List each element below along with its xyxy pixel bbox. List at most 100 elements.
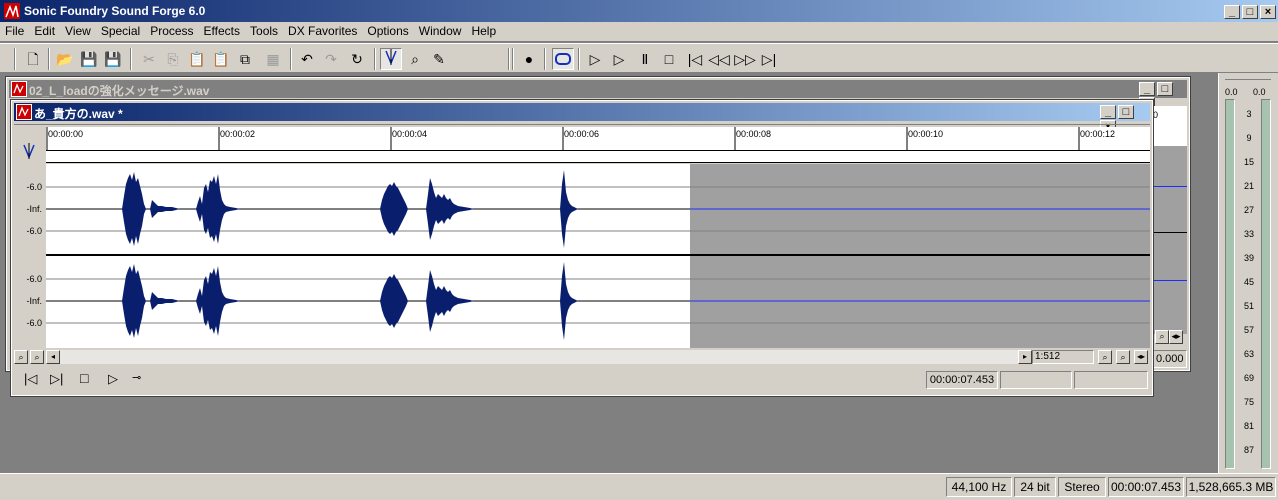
maximize-button[interactable]: □	[1118, 105, 1134, 119]
save-all-icon[interactable]: 💾	[102, 48, 124, 70]
magnify-tool-icon[interactable]: ⌕	[404, 48, 426, 70]
marker-bar[interactable]	[46, 151, 1150, 163]
meter-tick: 81	[1243, 421, 1254, 431]
peak-right: 0.0	[1253, 87, 1266, 97]
channel-1-waveform[interactable]	[46, 164, 1150, 256]
stop-icon[interactable]: □	[658, 48, 680, 70]
status-length: 00:00:07.453	[1108, 477, 1184, 497]
go-to-end-icon[interactable]: ▷|	[50, 371, 63, 387]
menu-file[interactable]: File	[0, 22, 29, 38]
minimize-button[interactable]: _	[1224, 5, 1240, 19]
zoom-in-icon[interactable]: ⌕	[1155, 330, 1169, 344]
maximize-button[interactable]: □	[1242, 5, 1258, 19]
trim-icon[interactable]: ▦	[262, 48, 284, 70]
zoom-in-icon[interactable]: ⌕	[1098, 350, 1112, 364]
position-field: 00:00:07.453	[926, 371, 998, 389]
wave-file-icon	[11, 81, 27, 97]
overview-bar[interactable]	[14, 121, 1150, 125]
channel-2-waveform[interactable]	[46, 256, 1150, 348]
status-sample-rate: 44,100 Hz	[946, 477, 1012, 497]
play-plug-icon[interactable]: ⊸	[132, 371, 141, 384]
mix-icon[interactable]: ⧉	[234, 48, 256, 70]
back-window-titlebar[interactable]: 02_L_loadの強化メッセージ.wav _□×	[9, 80, 1187, 111]
save-icon[interactable]: 💾	[78, 48, 100, 70]
meter-tick: 21	[1243, 181, 1254, 191]
meter-tick: 3	[1246, 109, 1252, 119]
scale-label: -6.0	[26, 274, 42, 284]
meter-tick: 33	[1243, 229, 1254, 239]
menu-view[interactable]: View	[60, 22, 96, 38]
menu-edit[interactable]: Edit	[29, 22, 60, 38]
menu-help[interactable]: Help	[466, 22, 501, 38]
open-icon[interactable]: 📂	[54, 48, 76, 70]
menu-tools[interactable]: Tools	[245, 22, 283, 38]
back-zoom-buttons: ⌕ ◂▸	[1155, 328, 1187, 344]
scroll-left-icon[interactable]: ◂	[46, 350, 60, 364]
minimize-button[interactable]: _	[1139, 82, 1155, 96]
zoom-arrows-icon[interactable]: ◂▸	[1169, 330, 1183, 344]
front-window-titlebar[interactable]: あ_貴方の.wav * _□×	[14, 103, 1150, 134]
scale-label: -6.0	[26, 182, 42, 192]
minimize-button[interactable]: _	[1100, 105, 1116, 119]
zoom-arrows-icon[interactable]: ◂▸	[1134, 350, 1148, 364]
play-icon[interactable]: ▷	[108, 371, 118, 387]
status-bar: 44,100 Hz 24 bit Stereo 00:00:07.453 1,5…	[0, 473, 1278, 500]
ruler-ticks	[46, 127, 1080, 151]
zoom-ratio: 1:512	[1032, 350, 1094, 364]
repeat-icon[interactable]: ↻	[346, 48, 368, 70]
meter-tick: 45	[1243, 277, 1254, 287]
waveform-right	[46, 256, 1150, 348]
go-to-start-icon[interactable]: |◁	[24, 371, 37, 387]
meter-tick: 51	[1243, 301, 1254, 311]
play-icon[interactable]: ▷	[608, 48, 630, 70]
loop-playback-icon[interactable]	[552, 48, 574, 70]
redo-icon[interactable]: ↷	[320, 48, 342, 70]
maximize-button[interactable]: □	[1157, 82, 1173, 96]
menu-process[interactable]: Process	[145, 22, 198, 38]
new-icon[interactable]: 🗋	[22, 48, 44, 70]
zoom-out-icon[interactable]: ⌕	[14, 350, 28, 364]
rewind-icon[interactable]: ◁◁	[708, 48, 730, 70]
meter-tick: 63	[1243, 349, 1254, 359]
paste-icon[interactable]: 📋	[186, 48, 208, 70]
meter-tick: 27	[1243, 205, 1254, 215]
zoom-in-icon[interactable]: ⌕	[30, 350, 44, 364]
pencil-tool-icon[interactable]: ✎	[428, 48, 450, 70]
meter-tick: 15	[1243, 157, 1254, 167]
zoom-out-icon[interactable]: ⌕	[1116, 350, 1130, 364]
paste-new-icon[interactable]: 📋	[210, 48, 232, 70]
time-ruler[interactable]: 00:00:00 00:00:02 00:00:04 00:00:06 00:0…	[46, 127, 1150, 151]
copy-icon[interactable]: ⎘	[162, 48, 184, 70]
menu-window[interactable]: Window	[414, 22, 467, 38]
meter-tick: 57	[1243, 325, 1254, 335]
menu-special[interactable]: Special	[96, 22, 145, 38]
record-icon[interactable]: ●	[518, 48, 540, 70]
fast-forward-icon[interactable]: ▷▷	[734, 48, 756, 70]
app-icon	[4, 3, 20, 19]
play-all-icon[interactable]: ▷	[584, 48, 606, 70]
scroll-right-icon[interactable]: ▸	[1018, 350, 1032, 364]
menu-dx-favorites[interactable]: DX Favorites	[283, 22, 362, 38]
channel-2-scale: -6.0 -Inf. -6.0	[14, 256, 46, 348]
close-button[interactable]: ×	[1260, 5, 1276, 19]
edit-tool-icon[interactable]	[22, 143, 36, 159]
front-window-title: あ_貴方の.wav *	[34, 107, 123, 121]
go-to-end-icon[interactable]: ▷|	[758, 48, 780, 70]
horizontal-scrollbar[interactable]	[60, 350, 1018, 364]
level-meters: 0.0 0.0 3 9 15 21 27 33 39 45 51 57 63 6…	[1218, 73, 1278, 473]
stop-icon[interactable]: □	[80, 370, 88, 386]
go-to-start-icon[interactable]: |◁	[684, 48, 706, 70]
menu-effects[interactable]: Effects	[199, 22, 245, 38]
undo-icon[interactable]: ↶	[296, 48, 318, 70]
main-toolbar: 🗋 📂 💾 💾 ✂ ⎘ 📋 📋 ⧉ ▦ ↶ ↷ ↻ ⌕ ✎ ● ▷ ▷ Ⅱ □ …	[0, 43, 1278, 73]
meter-tick: 87	[1243, 445, 1254, 455]
data-window-front[interactable]: あ_貴方の.wav * _□× 00:00:00 00:00:02 00:00:…	[10, 99, 1154, 397]
edit-tool-icon[interactable]	[380, 48, 402, 70]
app-title: Sonic Foundry Sound Forge 6.0	[24, 4, 206, 18]
cut-icon[interactable]: ✂	[138, 48, 160, 70]
scale-label: -Inf.	[26, 296, 42, 306]
menu-options[interactable]: Options	[362, 22, 413, 38]
pause-icon[interactable]: Ⅱ	[634, 48, 656, 70]
wave-file-icon	[16, 104, 32, 120]
scale-label: -6.0	[26, 318, 42, 328]
